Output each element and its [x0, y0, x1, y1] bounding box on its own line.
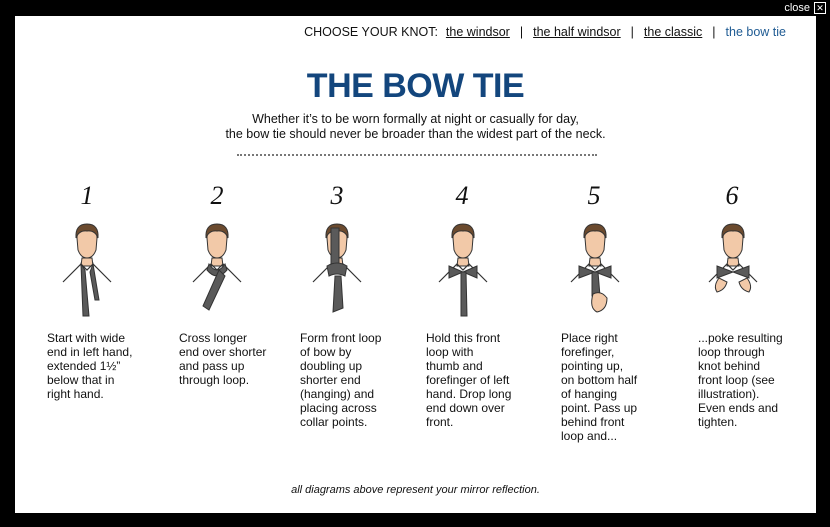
step-5-text: Place right forefinger, pointing up, on … — [561, 331, 637, 443]
step-text-line: loop and... — [561, 429, 618, 443]
step-text-line: and pass up — [179, 359, 245, 373]
step-4-text: Hold this front loop with thumb and fore… — [426, 331, 511, 429]
step-number-3: 3 — [330, 181, 344, 210]
step-2-illustration-icon — [192, 223, 242, 311]
step-text-line: pointing up, — [561, 359, 624, 373]
knot-nav: CHOOSE YOUR KNOT: the windsor | the half… — [304, 25, 786, 39]
step-text-line: forefinger, — [561, 345, 615, 359]
step-text-line: thumb and — [426, 359, 483, 373]
nav-separator: | — [630, 25, 634, 39]
step-text-line: placing across — [300, 401, 377, 415]
step-number-5: 5 — [587, 181, 601, 210]
page-title: THE BOW TIE — [306, 67, 525, 105]
step-text-line: illustration). — [698, 387, 760, 401]
step-text-line: forefinger of left — [426, 373, 510, 387]
step-text-line: below that in — [47, 373, 115, 387]
step-1-illustration-icon — [62, 223, 112, 317]
nav-separator: | — [519, 25, 524, 39]
step-4-illustration-icon — [438, 223, 488, 317]
step-text-line: through loop. — [179, 373, 250, 387]
step-number-4: 4 — [455, 181, 469, 210]
step-text-line: shorter end — [300, 373, 361, 387]
step-text-line: Hold this front — [426, 331, 501, 345]
step-1-text: Start with wide end in left hand, extend… — [47, 331, 132, 401]
step-text-line: Start with wide — [47, 331, 126, 345]
step-text-line: Place right — [561, 331, 618, 345]
step-text-line: on bottom half — [561, 373, 638, 387]
step-text-line: Cross longer — [179, 331, 248, 345]
step-text-line: of bow by — [300, 345, 352, 359]
step-5-illustration-icon — [570, 223, 620, 313]
page-subtitle: Whether it’s to be worn formally at nigh… — [15, 112, 816, 142]
step-text-line: end in left hand, — [47, 345, 133, 359]
step-text-line: collar points. — [300, 415, 368, 429]
step-text-line: loop through — [698, 345, 765, 359]
step-6-illustration-icon — [708, 223, 758, 293]
knot-link-classic[interactable]: the classic — [644, 25, 702, 39]
knot-link-half-windsor[interactable]: the half windsor — [533, 25, 621, 39]
knot-nav-prefix: CHOOSE YOUR KNOT: — [304, 25, 438, 39]
step-text-line: Even ends and — [698, 401, 779, 415]
step-text-line: front loop (see — [698, 373, 775, 387]
knot-link-bow-tie[interactable]: the bow tie — [726, 25, 786, 39]
step-text-line: Form front loop — [300, 331, 382, 345]
step-text-line: of hanging — [561, 387, 618, 401]
mirror-footnote: all diagrams above represent your mirror… — [291, 484, 540, 496]
step-text-line: loop with — [426, 345, 474, 359]
step-text-line: front. — [426, 415, 454, 429]
step-text-line: hand. Drop long — [426, 387, 512, 401]
step-text-line: knot behind — [698, 359, 761, 373]
dotted-divider — [237, 154, 597, 156]
subtitle-line-2: the bow tie should never be broader than… — [225, 127, 606, 141]
step-number-1: 1 — [80, 181, 94, 210]
knot-guide-panel: CHOOSE YOUR KNOT: the windsor | the half… — [15, 16, 816, 513]
step-number-6: 6 — [725, 181, 739, 210]
step-3-text: Form front loop of bow by doubling up sh… — [300, 331, 381, 429]
step-text-line: behind front — [561, 415, 625, 429]
step-3-illustration-icon — [312, 223, 362, 313]
close-button[interactable]: close ✕ — [784, 2, 826, 14]
nav-separator: | — [712, 25, 716, 39]
step-text-line: right hand. — [47, 387, 104, 401]
step-text-line: doubling up — [300, 359, 363, 373]
step-2-text: Cross longer end over shorter and pass u… — [179, 331, 266, 387]
step-number-2: 2 — [210, 181, 224, 210]
step-text-line: ...poke resulting — [698, 331, 783, 345]
close-label: close — [784, 2, 810, 14]
knot-link-windsor[interactable]: the windsor — [446, 25, 510, 39]
step-6-text: ...poke resulting loop through knot behi… — [698, 331, 783, 429]
subtitle-line-1: Whether it’s to be worn formally at nigh… — [252, 112, 579, 126]
step-text-line: tighten. — [698, 415, 738, 429]
step-text-line: extended 1½” — [47, 359, 121, 373]
step-text-line: (hanging) and — [300, 387, 375, 401]
step-text-line: end over shorter — [179, 345, 267, 359]
step-text-line: end down over — [426, 401, 505, 415]
close-x-icon: ✕ — [814, 2, 826, 14]
step-text-line: point. Pass up — [561, 401, 638, 415]
